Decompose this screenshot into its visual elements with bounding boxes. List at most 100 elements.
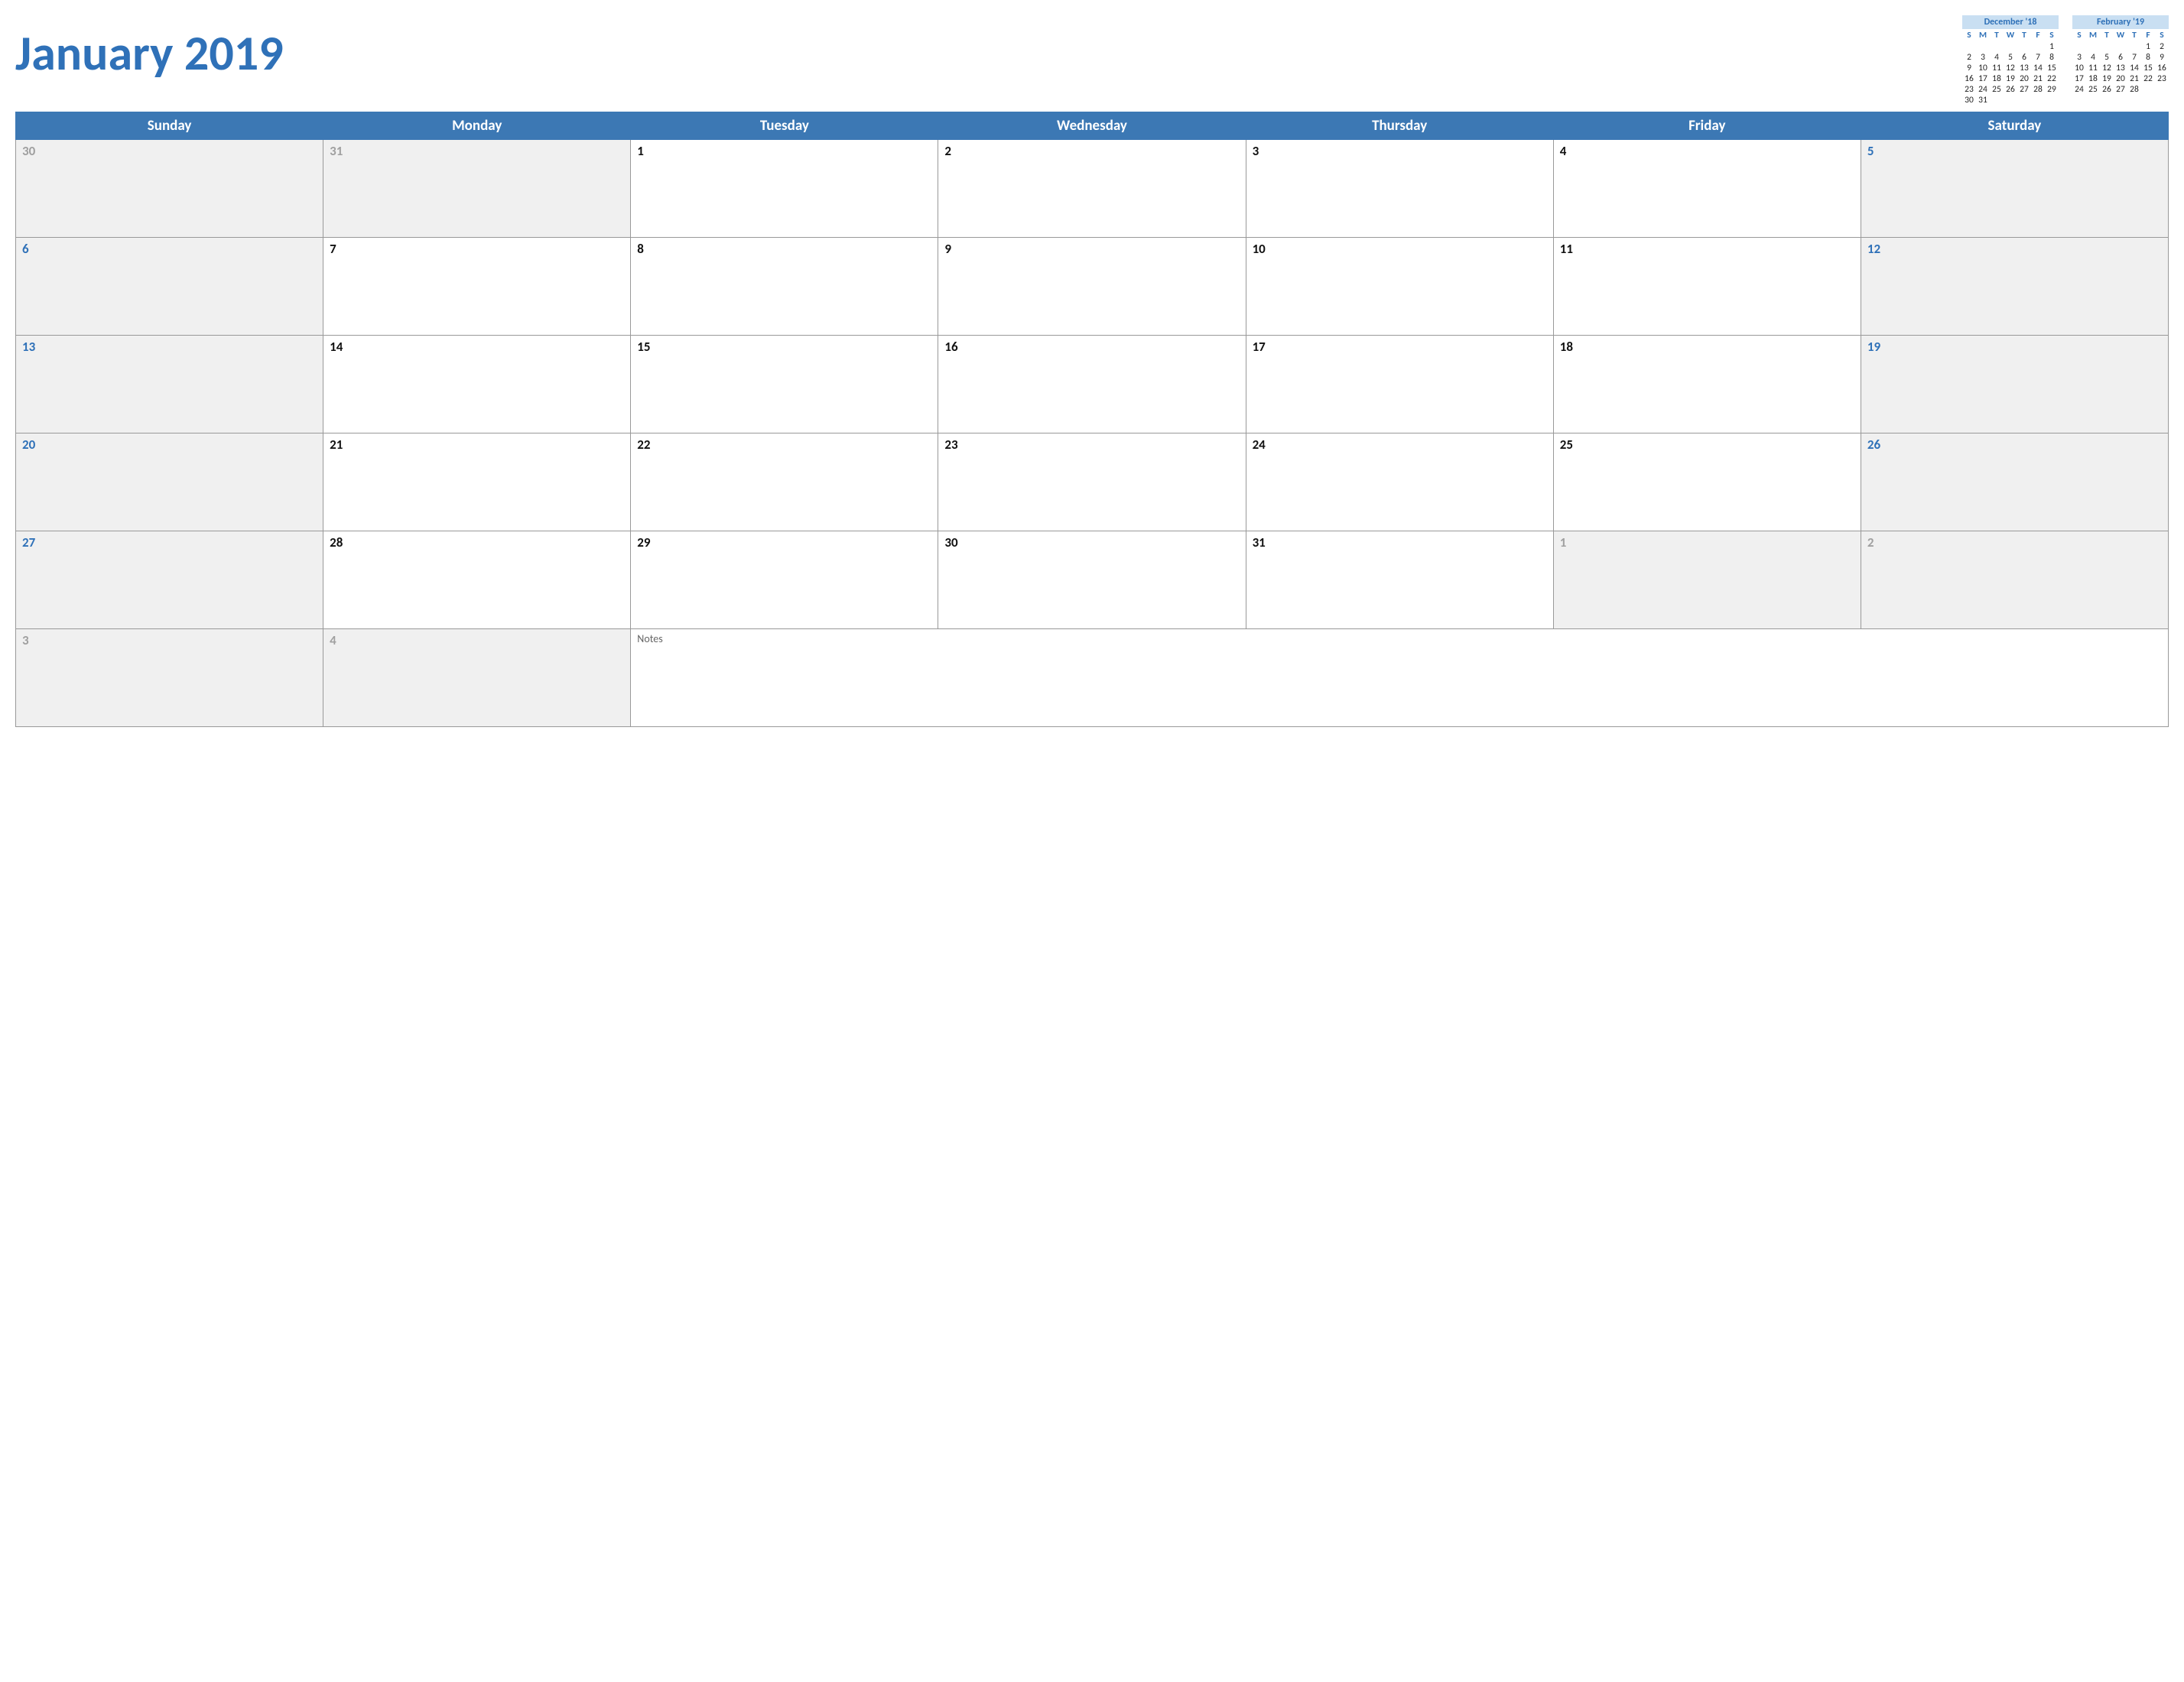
day-number: 25 bbox=[1560, 437, 1854, 453]
day-header: Friday bbox=[1553, 112, 1861, 140]
mini-day: 23 bbox=[1962, 84, 1976, 95]
calendar-cell[interactable]: 16 bbox=[938, 336, 1246, 433]
mini-day: 6 bbox=[2017, 52, 2031, 63]
day-header: Thursday bbox=[1246, 112, 1553, 140]
calendar-header: January 2019 December '18 SMTWTFS1234567… bbox=[15, 15, 2169, 106]
mini-day: 15 bbox=[2141, 63, 2155, 73]
calendar-cell[interactable]: 18 bbox=[1553, 336, 1861, 433]
calendar-cell[interactable]: 4 bbox=[323, 629, 631, 727]
mini-day: 24 bbox=[2072, 84, 2086, 95]
mini-day: 24 bbox=[1976, 84, 1990, 95]
calendar-row: 20 21 22 2324 25 26 bbox=[16, 433, 2169, 531]
mini-dow: T bbox=[2017, 29, 2031, 41]
calendar-cell[interactable]: 8 bbox=[631, 238, 938, 336]
calendar-cell[interactable]: 2 bbox=[1861, 531, 2168, 629]
mini-day: 12 bbox=[2100, 63, 2114, 73]
main-calendar: SundayMondayTuesdayWednesdayThursdayFrid… bbox=[15, 112, 2169, 727]
calendar-cell[interactable]: 22 bbox=[631, 433, 938, 531]
mini-day: 31 bbox=[1976, 95, 1990, 106]
calendar-cell[interactable]: 5 bbox=[1861, 140, 2168, 238]
day-number: 4 bbox=[330, 632, 624, 648]
calendar-cell[interactable]: 19 bbox=[1861, 336, 2168, 433]
calendar-cell[interactable]: 12 bbox=[1861, 238, 2168, 336]
day-number: 13 bbox=[22, 339, 317, 355]
calendar-row: 6789 10 1112 bbox=[16, 238, 2169, 336]
calendar-cell[interactable]: 20 bbox=[16, 433, 323, 531]
day-header: Saturday bbox=[1861, 112, 2168, 140]
mini-dow: T bbox=[2100, 29, 2114, 41]
calendar-cell[interactable]: 1 bbox=[631, 140, 938, 238]
notes-label: Notes bbox=[637, 632, 2162, 645]
calendar-cell[interactable]: 2 bbox=[938, 140, 1246, 238]
day-header: Tuesday bbox=[631, 112, 938, 140]
calendar-cell[interactable]: 1 bbox=[1553, 531, 1861, 629]
mini-day: 20 bbox=[2114, 73, 2127, 84]
calendar-cell[interactable]: 7 bbox=[323, 238, 631, 336]
mini-day: 28 bbox=[2031, 84, 2045, 95]
day-header: Monday bbox=[323, 112, 631, 140]
mini-day: 10 bbox=[1976, 63, 1990, 73]
calendar-cell[interactable]: 25 bbox=[1553, 433, 1861, 531]
day-number: 3 bbox=[1253, 143, 1547, 159]
calendar-cell[interactable]: 14 bbox=[323, 336, 631, 433]
day-number: 8 bbox=[637, 241, 931, 257]
calendar-row: 303112345 bbox=[16, 140, 2169, 238]
mini-day: 28 bbox=[2127, 84, 2141, 95]
day-number: 22 bbox=[637, 437, 931, 453]
mini-dow: M bbox=[1976, 29, 1990, 41]
mini-day: 8 bbox=[2045, 52, 2059, 63]
mini-day: 7 bbox=[2127, 52, 2141, 63]
calendar-cell[interactable]: 31 bbox=[1246, 531, 1553, 629]
calendar-cell[interactable]: 11 bbox=[1553, 238, 1861, 336]
calendar-cell[interactable]: 29 bbox=[631, 531, 938, 629]
calendar-cell[interactable]: 6 bbox=[16, 238, 323, 336]
notes-cell[interactable]: Notes bbox=[631, 629, 2169, 727]
calendar-row: 272829303112 bbox=[16, 531, 2169, 629]
mini-prev-title: December '18 bbox=[1962, 15, 2059, 29]
mini-dow: T bbox=[1990, 29, 2004, 41]
calendar-cell[interactable]: 4 bbox=[1553, 140, 1861, 238]
mini-dow: S bbox=[1962, 29, 1976, 41]
mini-day: 7 bbox=[2031, 52, 2045, 63]
calendar-cell[interactable]: 26 bbox=[1861, 433, 2168, 531]
mini-day: 2 bbox=[1962, 52, 1976, 63]
mini-dow: W bbox=[2004, 29, 2017, 41]
mini-day: 17 bbox=[1976, 73, 1990, 84]
day-number: 20 bbox=[22, 437, 317, 453]
calendar-cell[interactable]: 3 bbox=[1246, 140, 1553, 238]
mini-day: 2 bbox=[2155, 41, 2169, 52]
mini-day: 19 bbox=[2004, 73, 2017, 84]
mini-day: 1 bbox=[2141, 41, 2155, 52]
mini-day: 22 bbox=[2141, 73, 2155, 84]
calendar-cell[interactable]: 30 bbox=[16, 140, 323, 238]
calendar-cell[interactable]: 31 bbox=[323, 140, 631, 238]
mini-day: 3 bbox=[1976, 52, 1990, 63]
calendar-cell[interactable]: 9 bbox=[938, 238, 1246, 336]
mini-calendars: December '18 SMTWTFS12345678910111213141… bbox=[1962, 15, 2169, 106]
calendar-cell[interactable]: 3 bbox=[16, 629, 323, 727]
calendar-cell[interactable]: 21 bbox=[323, 433, 631, 531]
mini-day: 15 bbox=[2045, 63, 2059, 73]
mini-day: 12 bbox=[2004, 63, 2017, 73]
mini-day: 16 bbox=[1962, 73, 1976, 84]
calendar-cell[interactable]: 28 bbox=[323, 531, 631, 629]
day-number: 14 bbox=[330, 339, 624, 355]
calendar-cell[interactable]: 17 bbox=[1246, 336, 1553, 433]
mini-day: 22 bbox=[2045, 73, 2059, 84]
calendar-cell[interactable]: 30 bbox=[938, 531, 1246, 629]
day-number: 7 bbox=[330, 241, 624, 257]
mini-day: 4 bbox=[1990, 52, 2004, 63]
calendar-cell[interactable]: 13 bbox=[16, 336, 323, 433]
calendar-cell[interactable]: 27 bbox=[16, 531, 323, 629]
mini-day: 17 bbox=[2072, 73, 2086, 84]
calendar-cell[interactable]: 10 bbox=[1246, 238, 1553, 336]
mini-day: 14 bbox=[2031, 63, 2045, 73]
day-number: 21 bbox=[330, 437, 624, 453]
calendar-cell[interactable]: 24 bbox=[1246, 433, 1553, 531]
day-number: 10 bbox=[1253, 241, 1547, 257]
day-header: Wednesday bbox=[938, 112, 1246, 140]
calendar-cell[interactable]: 23 bbox=[938, 433, 1246, 531]
calendar-cell[interactable]: 15 bbox=[631, 336, 938, 433]
day-number: 26 bbox=[1867, 437, 2162, 453]
mini-day: 21 bbox=[2031, 73, 2045, 84]
